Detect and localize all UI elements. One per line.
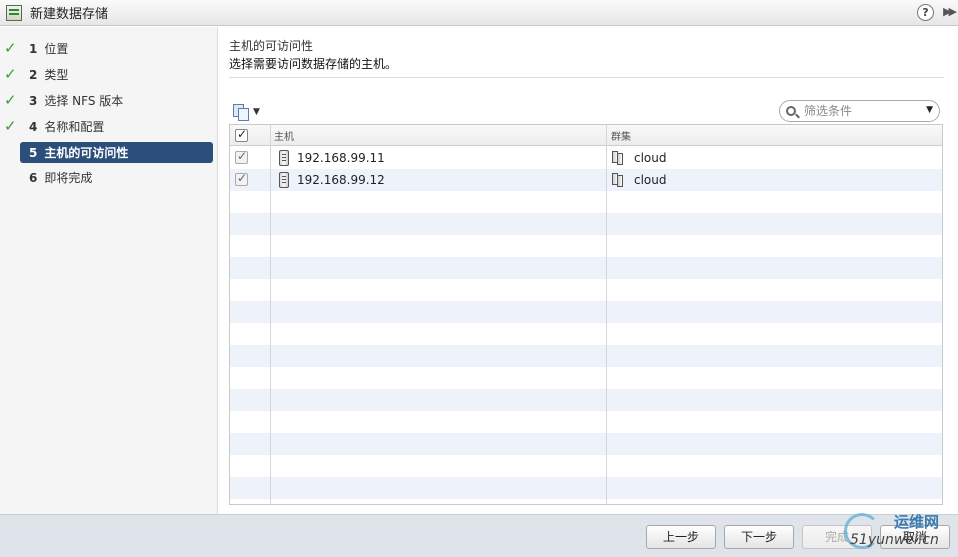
cluster-name: cloud <box>634 151 667 165</box>
table-row[interactable]: 192.168.99.11 cloud <box>230 147 942 169</box>
watermark: 运维网 51yunwei.cn <box>842 508 952 554</box>
back-button[interactable]: 上一步 <box>646 525 716 549</box>
watermark-top: 运维网 <box>894 513 940 531</box>
step-label: 位置 <box>44 42 69 56</box>
step-label: 类型 <box>44 68 69 82</box>
step-type[interactable]: ✓ 2 类型 <box>4 64 213 85</box>
step-label: 主机的可访问性 <box>44 146 129 160</box>
checkmark-icon: ✓ <box>4 91 17 109</box>
empty-row <box>230 477 942 499</box>
title-bar: 新建数据存储 ? ▶▶ <box>0 0 958 26</box>
host-name: 192.168.99.11 <box>297 151 385 165</box>
step-number: 1 <box>29 41 38 56</box>
step-ready-to-complete[interactable]: 6 即将完成 <box>20 167 213 188</box>
window-title: 新建数据存储 <box>30 7 109 22</box>
step-number: 3 <box>29 93 38 108</box>
cluster-icon <box>612 173 626 187</box>
host-icon <box>279 172 289 188</box>
step-nfs-version[interactable]: ✓ 3 选择 NFS 版本 <box>4 90 213 111</box>
checkmark-icon: ✓ <box>4 117 17 135</box>
step-host-accessibility[interactable]: 5 主机的可访问性 <box>20 142 213 163</box>
empty-row <box>230 213 942 235</box>
select-all-checkbox[interactable] <box>235 127 248 142</box>
step-number: 6 <box>29 170 38 185</box>
step-name-config[interactable]: ✓ 4 名称和配置 <box>4 116 213 137</box>
host-icon <box>279 150 289 166</box>
column-divider <box>606 125 607 504</box>
page-title: 主机的可访问性 <box>229 39 314 53</box>
step-label: 即将完成 <box>44 171 93 185</box>
filter-box: ▼ <box>779 100 940 122</box>
help-icon[interactable]: ? <box>917 4 934 21</box>
table-row[interactable]: 192.168.99.12 cloud <box>230 169 942 191</box>
watermark-bottom: 51yunwei.cn <box>850 532 939 548</box>
row-checkbox[interactable] <box>235 171 248 186</box>
checkmark-icon: ✓ <box>4 65 17 83</box>
dropdown-arrow-icon[interactable]: ▼ <box>926 105 933 115</box>
empty-row <box>230 345 942 367</box>
page-subtitle: 选择需要访问数据存储的主机。 <box>229 57 398 71</box>
step-label: 名称和配置 <box>44 120 105 134</box>
empty-row <box>230 301 942 323</box>
row-checkbox[interactable] <box>235 149 248 164</box>
datastore-icon <box>6 4 22 21</box>
step-label: 选择 NFS 版本 <box>44 94 124 108</box>
filter-input[interactable] <box>804 104 922 118</box>
table-header: 主机 群集 <box>230 125 942 146</box>
next-button[interactable]: 下一步 <box>724 525 794 549</box>
expand-icon[interactable]: ▶▶ <box>943 5 957 18</box>
empty-row <box>230 433 942 455</box>
copy-icon[interactable] <box>233 104 251 121</box>
empty-row <box>230 257 942 279</box>
checkmark-icon: ✓ <box>4 39 17 57</box>
step-number: 4 <box>29 119 38 134</box>
caret-down-icon[interactable]: ▼ <box>253 107 260 117</box>
column-divider <box>270 125 271 504</box>
host-name: 192.168.99.12 <box>297 173 385 187</box>
empty-row <box>230 389 942 411</box>
cluster-name: cloud <box>634 173 667 187</box>
main-panel: 主机的可访问性 选择需要访问数据存储的主机。 ▼ ▼ 主机 群集 192.168… <box>219 27 958 514</box>
host-table: 主机 群集 192.168.99.11 cloud 192.168.99.12 … <box>229 124 943 505</box>
step-number: 2 <box>29 67 38 82</box>
column-header-host[interactable]: 主机 <box>274 128 294 143</box>
cluster-icon <box>612 151 626 165</box>
step-location[interactable]: ✓ 1 位置 <box>4 38 213 59</box>
search-icon <box>786 106 796 116</box>
divider <box>229 77 944 78</box>
wizard-steps: ✓ 1 位置 ✓ 2 类型 ✓ 3 选择 NFS 版本 ✓ 4 名称和配置 5 … <box>0 27 218 514</box>
column-header-cluster[interactable]: 群集 <box>611 128 631 143</box>
footer-bar: 上一步 下一步 完成 取消 <box>0 514 958 557</box>
step-number: 5 <box>29 145 38 160</box>
